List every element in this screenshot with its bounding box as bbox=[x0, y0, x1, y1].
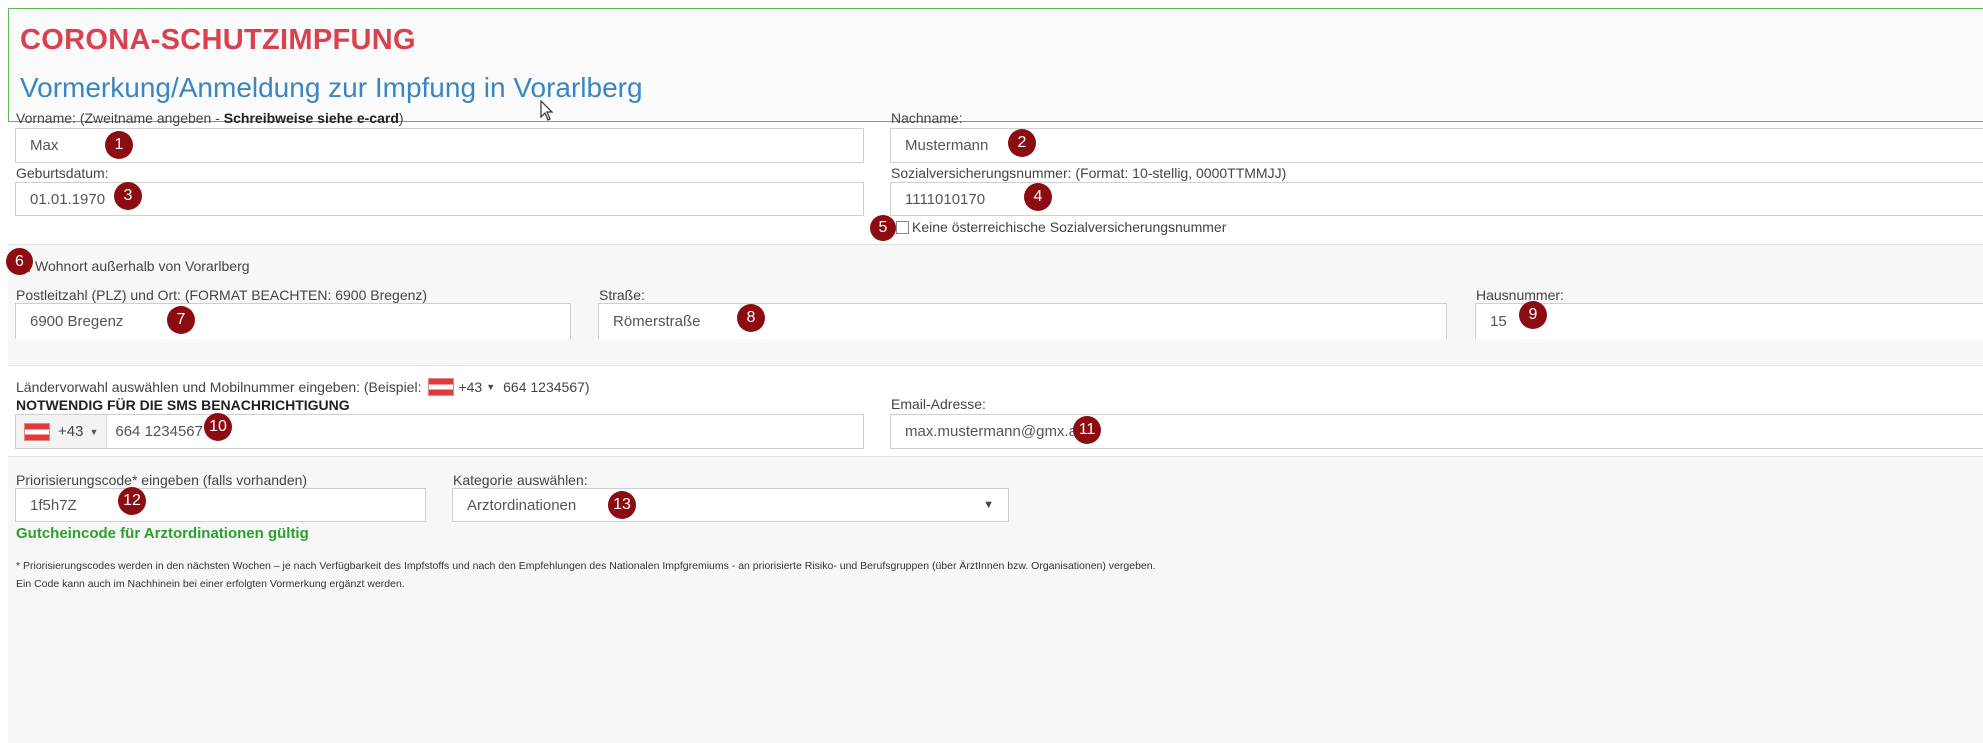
outside-vorarlberg-label: Wohnort außerhalb von Vorarlberg bbox=[35, 258, 250, 274]
page-title: CORONA-SCHUTZIMPFUNG bbox=[20, 24, 416, 56]
ssn-label: Sozialversicherungsnummer: (Format: 10-s… bbox=[891, 165, 1287, 181]
ssn-input[interactable]: 1111010170 bbox=[890, 182, 1983, 216]
austria-flag-icon bbox=[428, 378, 455, 396]
birthdate-label: Geburtsdatum: bbox=[16, 165, 109, 181]
birthdate-input[interactable]: 01.01.1970 bbox=[15, 182, 864, 216]
marker-3: 3 bbox=[114, 182, 142, 210]
marker-1: 1 bbox=[105, 131, 133, 159]
mouse-cursor-icon bbox=[540, 100, 554, 121]
firstname-input[interactable]: Max bbox=[15, 128, 864, 163]
email-input[interactable]: max.mustermann@gmx.at bbox=[890, 414, 1983, 449]
no-ssn-label: Keine österreichische Sozialversicherung… bbox=[912, 219, 1227, 235]
zip-input[interactable]: 6900 Bregenz bbox=[15, 303, 571, 339]
no-ssn-checkbox[interactable] bbox=[896, 221, 909, 234]
marker-13: 13 bbox=[608, 491, 636, 519]
footnote: * Priorisierungscodes werden in den näch… bbox=[16, 560, 1156, 572]
marker-7: 7 bbox=[167, 306, 195, 334]
lastname-label: Nachname: bbox=[891, 110, 963, 126]
austria-flag-icon bbox=[24, 422, 50, 441]
house-number-label: Hausnummer: bbox=[1476, 287, 1564, 303]
phone-input[interactable]: +43 ▼ 664 1234567 bbox=[15, 414, 864, 449]
marker-8: 8 bbox=[737, 304, 765, 332]
street-label: Straße: bbox=[599, 287, 645, 303]
priority-code-label: Priorisierungscode* eingeben (falls vorh… bbox=[16, 472, 308, 488]
phone-hint: Ländervorwahl auswählen und Mobilnummer … bbox=[16, 378, 590, 396]
caret-down-icon: ▼ bbox=[486, 382, 496, 392]
marker-12: 12 bbox=[118, 487, 146, 515]
caret-down-icon: ▼ bbox=[89, 426, 99, 437]
marker-6: 6 bbox=[6, 248, 33, 275]
country-code-select[interactable]: +43 ▼ bbox=[16, 415, 108, 448]
category-label: Kategorie auswählen: bbox=[453, 472, 588, 488]
footnote: Ein Code kann auch im Nachhinein bei ein… bbox=[16, 578, 405, 590]
marker-11: 11 bbox=[1073, 416, 1101, 444]
street-input[interactable]: Römerstraße bbox=[598, 303, 1447, 339]
marker-4: 4 bbox=[1024, 183, 1052, 211]
zip-label: Postleitzahl (PLZ) und Ort: (FORMAT BEAC… bbox=[16, 287, 428, 303]
marker-2: 2 bbox=[1008, 129, 1036, 157]
priority-code-input[interactable]: 1f5h7Z bbox=[15, 488, 426, 522]
lastname-input[interactable]: Mustermann bbox=[890, 128, 1983, 163]
email-label: Email-Adresse: bbox=[891, 396, 986, 412]
marker-5: 5 bbox=[870, 215, 896, 241]
category-select[interactable]: Arztordinationen ▼ bbox=[452, 488, 1009, 522]
marker-9: 9 bbox=[1519, 301, 1547, 329]
valid-code-message: Gutcheincode für Arztordinationen gültig bbox=[16, 525, 309, 542]
phone-required-label: NOTWENDIG FÜR DIE SMS BENACHRICHTIGUNG bbox=[16, 397, 350, 413]
marker-10: 10 bbox=[204, 413, 232, 441]
house-number-input[interactable]: 15 bbox=[1475, 303, 1983, 339]
dropdown-arrow-icon: ▼ bbox=[983, 499, 994, 511]
firstname-label: Vorname: (Zweitname angeben - Schreibwei… bbox=[16, 110, 404, 126]
